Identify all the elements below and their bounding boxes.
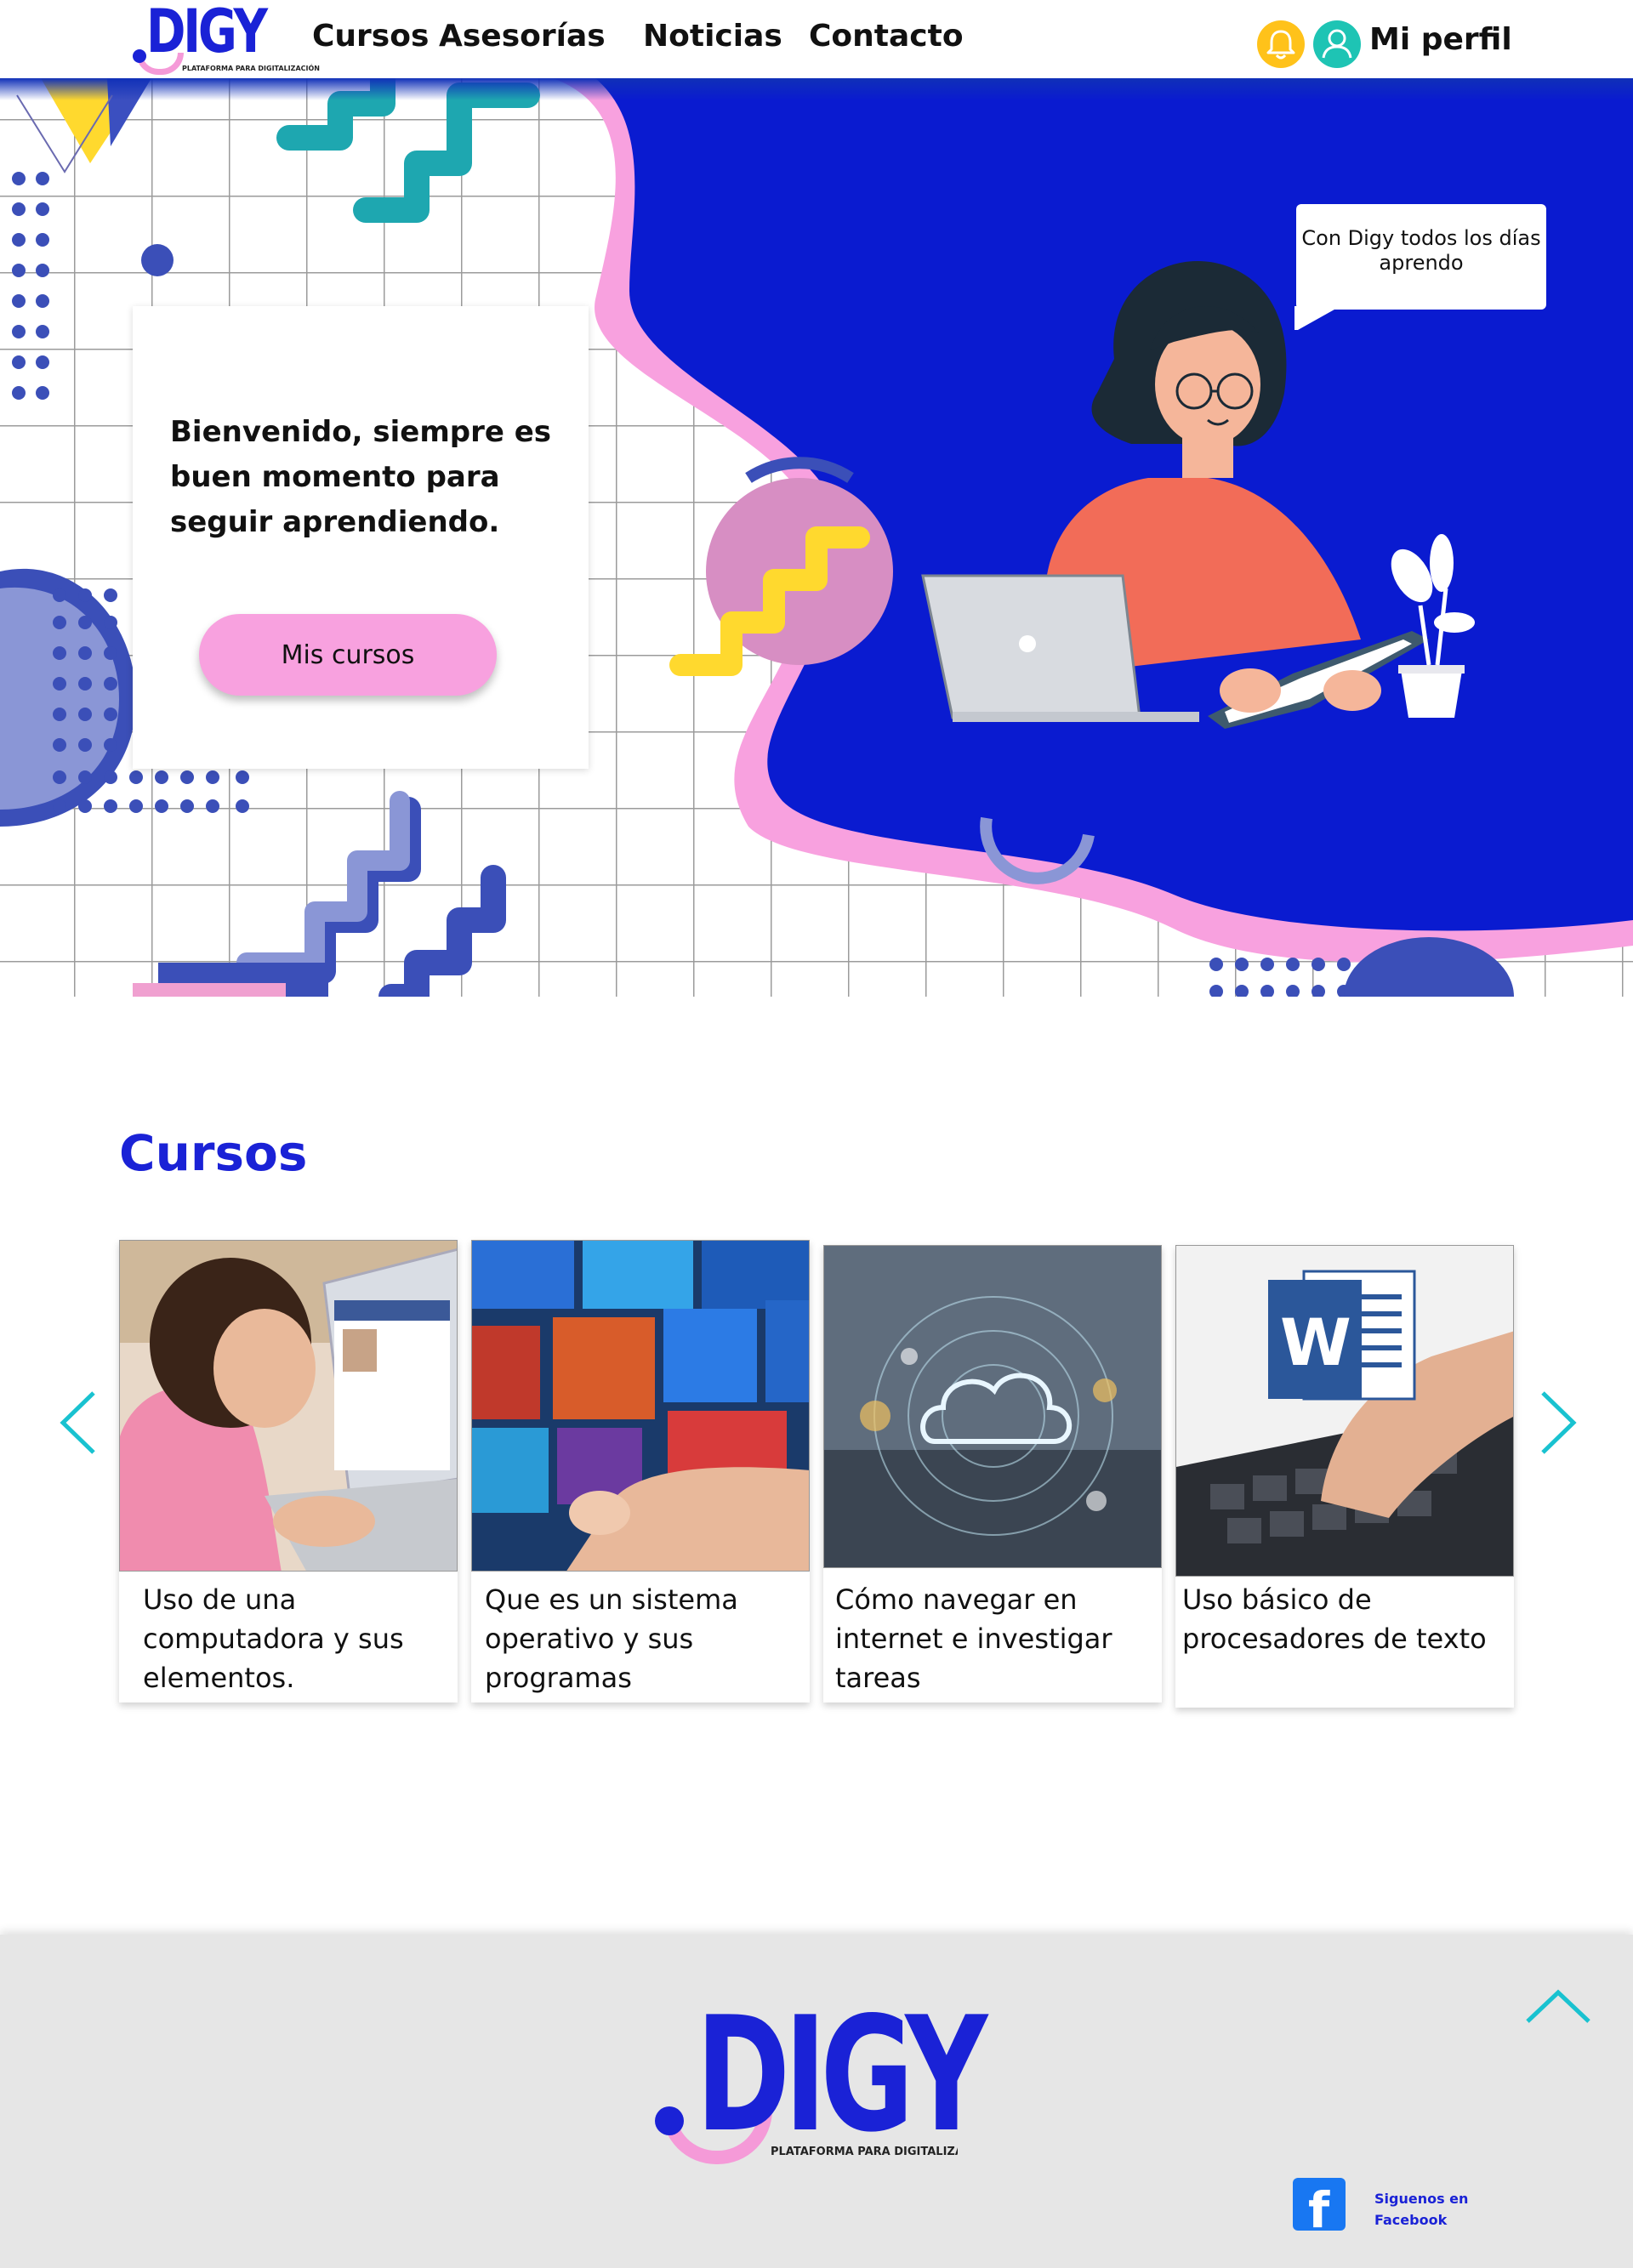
course-image-finger-touching-windows-tiles — [471, 1240, 810, 1572]
logo-text: DIGY — [146, 0, 268, 66]
notifications-button[interactable] — [1257, 20, 1305, 68]
logo-text: DIGY — [696, 1982, 987, 2167]
user-icon — [1322, 29, 1352, 59]
my-courses-button[interactable]: Mis cursos — [199, 614, 497, 696]
speech-bubble: Con Digy todos los días aprendo — [1296, 204, 1546, 310]
facebook-follow-link[interactable]: Siguenos en Facebook — [1374, 2188, 1485, 2231]
back-to-top-button[interactable] — [1522, 1986, 1594, 2028]
logo-tagline: PLATAFORMA PARA DIGITALIZACIÓN — [771, 2146, 958, 2158]
nav-cursos[interactable]: Cursos — [312, 19, 429, 54]
header-shadow — [0, 78, 1633, 100]
pink-rect-bottom — [133, 983, 286, 997]
nav-noticias[interactable]: Noticias — [643, 19, 782, 54]
profile-avatar-button[interactable] — [1313, 20, 1361, 68]
course-card-computer-basics[interactable]: Uso de una computadora y sus elementos. — [119, 1240, 458, 1702]
welcome-card: Bienvenido, siempre es buen momento para… — [133, 306, 589, 769]
chevron-left-icon — [60, 1391, 95, 1454]
welcome-message: Bienvenido, siempre es buen momento para… — [170, 415, 552, 539]
purple-zigzag-1 — [242, 797, 421, 984]
logo-dot — [655, 2106, 684, 2135]
carousel-next-arrow[interactable] — [1531, 1384, 1582, 1461]
course-title: Cómo navegar en internet e investigar ta… — [835, 1583, 1112, 1694]
svg-text:W: W — [1280, 1305, 1351, 1380]
digy-logo[interactable]: DIGY PLATAFORMA PARA DIGITALIZACIÓN — [129, 0, 320, 78]
logo-dot — [133, 49, 146, 63]
dots-bottom-right — [1209, 958, 1351, 997]
hero-banner: Bienvenido, siempre es buen momento para… — [0, 78, 1633, 997]
chevron-up-icon — [1526, 1989, 1590, 2023]
bell-icon — [1266, 30, 1295, 60]
chevron-right-icon — [1541, 1391, 1577, 1454]
course-image-cloud-network-laptop — [823, 1245, 1162, 1568]
site-header: DIGY PLATAFORMA PARA DIGITALIZACIÓN Curs… — [0, 0, 1633, 100]
courses-section-title: Cursos — [119, 1124, 308, 1182]
nav-contacto[interactable]: Contacto — [809, 19, 964, 54]
course-title: Uso de una computadora y sus elementos. — [143, 1583, 404, 1694]
site-footer: DIGY PLATAFORMA PARA DIGITALIZACIÓN f Si… — [0, 1935, 1633, 2268]
blue-circle-small — [141, 244, 174, 276]
course-card-internet-navigation[interactable]: Cómo navegar en internet e investigar ta… — [823, 1245, 1162, 1702]
course-title: Que es un sistema operativo y sus progra… — [485, 1583, 738, 1694]
course-image-girl-using-laptop — [119, 1240, 458, 1572]
course-title: Uso básico de procesadores de texto — [1182, 1583, 1487, 1655]
carousel-prev-arrow[interactable] — [54, 1384, 105, 1461]
facebook-icon[interactable]: f — [1293, 2178, 1346, 2239]
course-image-word-logo-over-keyboard: W — [1175, 1245, 1514, 1577]
footer-digy-logo[interactable]: DIGY PLATAFORMA PARA DIGITALIZACIÓN — [655, 1982, 987, 2174]
speech-bubble-tail — [1294, 306, 1340, 330]
course-card-word-processors[interactable]: W Uso básico de procesadores de texto — [1175, 1245, 1514, 1708]
nav-asesorias[interactable]: Asesorías — [439, 19, 606, 54]
purple-zigzag-2 — [378, 865, 506, 997]
my-profile-link[interactable]: Mi perfil — [1369, 22, 1512, 57]
course-card-operating-system[interactable]: Que es un sistema operativo y sus progra… — [471, 1240, 810, 1702]
dots-top-left — [12, 172, 49, 400]
logo-tagline: PLATAFORMA PARA DIGITALIZACIÓN — [182, 65, 320, 72]
